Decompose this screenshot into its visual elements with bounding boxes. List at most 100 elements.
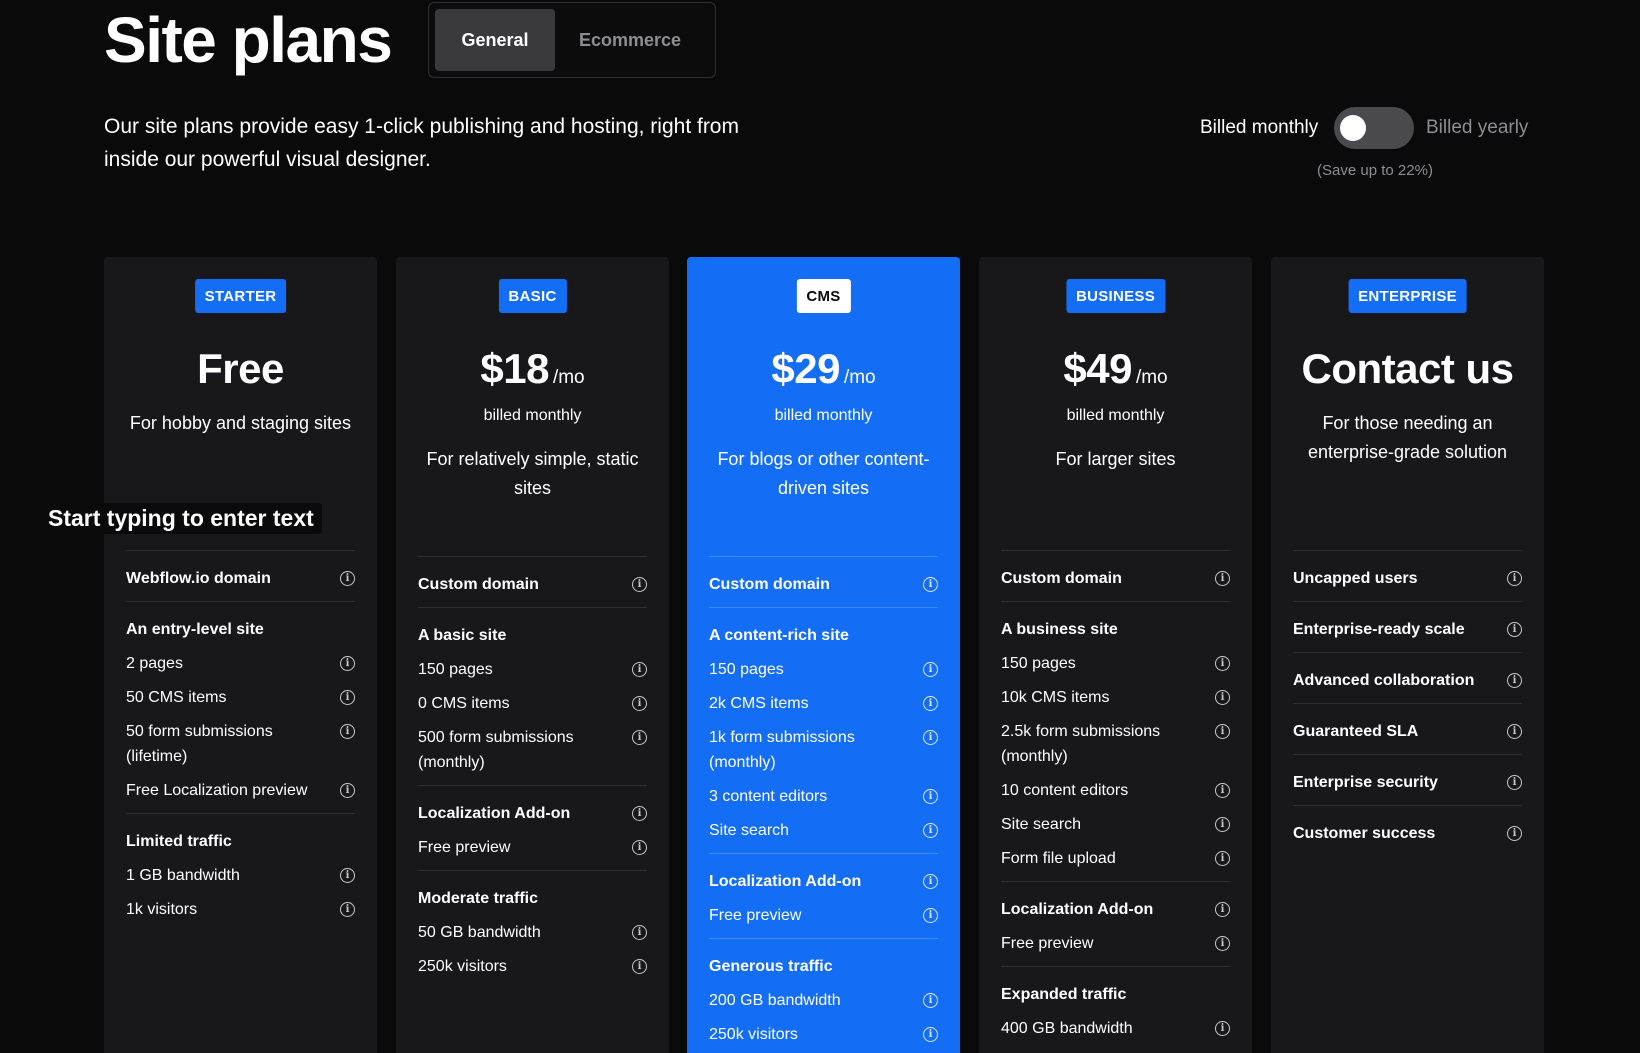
- info-icon[interactable]: i: [1215, 817, 1230, 832]
- price-amount: Contact us: [1301, 345, 1514, 392]
- info-icon[interactable]: i: [1507, 724, 1522, 739]
- feature-heading: Uncapped users i: [1293, 561, 1522, 595]
- info-icon[interactable]: i: [340, 902, 355, 917]
- info-icon[interactable]: i: [923, 662, 938, 677]
- info-icon[interactable]: i: [1215, 724, 1230, 739]
- info-icon[interactable]: i: [632, 806, 647, 821]
- price-unit: /mo: [1135, 367, 1168, 388]
- feature-text: Enterprise-ready scale: [1293, 621, 1465, 638]
- feature-text: 1k visitors: [126, 901, 198, 918]
- intro-text: Our site plans provide easy 1-click publ…: [104, 115, 739, 171]
- billing-period: billed monthly: [1066, 407, 1165, 424]
- feature-item: Site search i: [1001, 807, 1230, 841]
- feature-item: 1 GB bandwidth i: [126, 858, 355, 892]
- feature-heading: Localization Add-on i: [418, 796, 647, 830]
- feature-item: 2k CMS items i: [709, 686, 938, 720]
- info-icon[interactable]: i: [923, 874, 938, 889]
- info-icon[interactable]: i: [1507, 571, 1522, 586]
- feature-group: A business site 150 pages i 10k CMS items i 2…: [1001, 601, 1230, 881]
- info-icon[interactable]: i: [923, 908, 938, 923]
- plan-card-basic: BASIC $18/mo billed monthly For relatively …: [396, 257, 669, 1053]
- info-icon[interactable]: i: [1507, 775, 1522, 790]
- feature-item: Free preview i: [709, 898, 938, 932]
- feature-text: Uncapped users: [1293, 570, 1418, 587]
- info-icon[interactable]: i: [632, 662, 647, 677]
- info-icon[interactable]: i: [1507, 826, 1522, 841]
- feature-text: A business site: [1001, 621, 1118, 638]
- plan-badge: STARTER: [194, 279, 287, 313]
- price-amount: Free: [197, 345, 284, 392]
- feature-item: 0 CMS items i: [418, 686, 647, 720]
- info-icon[interactable]: i: [340, 656, 355, 671]
- info-icon[interactable]: i: [923, 730, 938, 745]
- feature-text: 2 pages: [126, 655, 183, 672]
- feature-text: 400 GB bandwidth: [1001, 1020, 1133, 1037]
- info-icon[interactable]: i: [340, 690, 355, 705]
- feature-text: A basic site: [418, 627, 507, 644]
- info-icon[interactable]: i: [632, 925, 647, 940]
- feature-group: Custom domain i: [418, 556, 647, 607]
- billed-yearly-label[interactable]: Billed yearly: [1426, 117, 1528, 139]
- feature-text: Site search: [709, 822, 790, 839]
- feature-group: Custom domain i: [709, 556, 938, 607]
- plan-badge: ENTERPRISE: [1348, 279, 1467, 313]
- price-amount: $49: [1063, 345, 1132, 392]
- feature-group: Enterprise security i: [1293, 754, 1522, 805]
- info-icon[interactable]: i: [1215, 936, 1230, 951]
- feature-text: Guaranteed SLA: [1293, 723, 1419, 740]
- feature-text: Customer success: [1293, 825, 1436, 842]
- feature-heading: Generous traffic: [709, 949, 938, 983]
- info-icon[interactable]: i: [340, 571, 355, 586]
- feature-item: 150 pages i: [709, 652, 938, 686]
- billed-monthly-label[interactable]: Billed monthly: [1200, 117, 1330, 139]
- feature-item: 1k visitors i: [126, 892, 355, 926]
- info-icon[interactable]: i: [1215, 783, 1230, 798]
- info-icon[interactable]: i: [1507, 622, 1522, 637]
- info-icon[interactable]: i: [1215, 656, 1230, 671]
- info-icon[interactable]: i: [340, 868, 355, 883]
- plan-price: $29/mo: [687, 343, 960, 404]
- feature-item: 200 GB bandwidth i: [709, 983, 938, 1017]
- info-icon[interactable]: i: [632, 730, 647, 745]
- info-icon[interactable]: i: [1507, 673, 1522, 688]
- feature-group: Guaranteed SLA i: [1293, 703, 1522, 754]
- feature-group: Custom domain i: [1001, 550, 1230, 601]
- info-icon[interactable]: i: [340, 724, 355, 739]
- billing-switch: Billed monthly Billed yearly: [1200, 107, 1544, 149]
- info-icon[interactable]: i: [1215, 851, 1230, 866]
- info-icon[interactable]: i: [923, 577, 938, 592]
- tab-ecommerce[interactable]: Ecommerce: [555, 9, 705, 71]
- feature-item: Free preview i: [1001, 926, 1230, 960]
- feature-heading: Expanded traffic: [1001, 977, 1230, 1011]
- info-icon[interactable]: i: [923, 1027, 938, 1042]
- feature-item: Free preview i: [418, 830, 647, 864]
- info-icon[interactable]: i: [923, 696, 938, 711]
- feature-heading: Customer success i: [1293, 816, 1522, 850]
- feature-item: Form file upload i: [1001, 841, 1230, 875]
- info-icon[interactable]: i: [923, 993, 938, 1008]
- info-icon[interactable]: i: [1215, 690, 1230, 705]
- billing-period: billed monthly: [483, 407, 582, 424]
- feature-heading: Moderate traffic: [418, 881, 647, 915]
- feature-heading: Enterprise-ready scale i: [1293, 612, 1522, 646]
- feature-list: Custom domain i A content-rich site 150 pag…: [709, 556, 938, 1053]
- feature-text: Enterprise security: [1293, 774, 1438, 791]
- billing-toggle[interactable]: [1334, 107, 1414, 149]
- info-icon[interactable]: i: [1215, 1021, 1230, 1036]
- info-icon[interactable]: i: [632, 696, 647, 711]
- info-icon[interactable]: i: [923, 789, 938, 804]
- feature-text: 50 CMS items: [126, 689, 227, 706]
- feature-text: 50 form submissions (lifetime): [126, 723, 273, 765]
- plan-badge: BUSINESS: [1065, 279, 1166, 313]
- info-icon[interactable]: i: [632, 840, 647, 855]
- tab-general[interactable]: General: [435, 9, 555, 71]
- info-icon[interactable]: i: [1215, 571, 1230, 586]
- feature-heading: Guaranteed SLA i: [1293, 714, 1522, 748]
- info-icon[interactable]: i: [923, 823, 938, 838]
- info-icon[interactable]: i: [1215, 902, 1230, 917]
- info-icon[interactable]: i: [340, 783, 355, 798]
- info-icon[interactable]: i: [632, 577, 647, 592]
- plan-description: For larger sites: [1055, 449, 1176, 469]
- info-icon[interactable]: i: [632, 959, 647, 974]
- feature-item: 50 form submissions (lifetime) i: [126, 714, 355, 773]
